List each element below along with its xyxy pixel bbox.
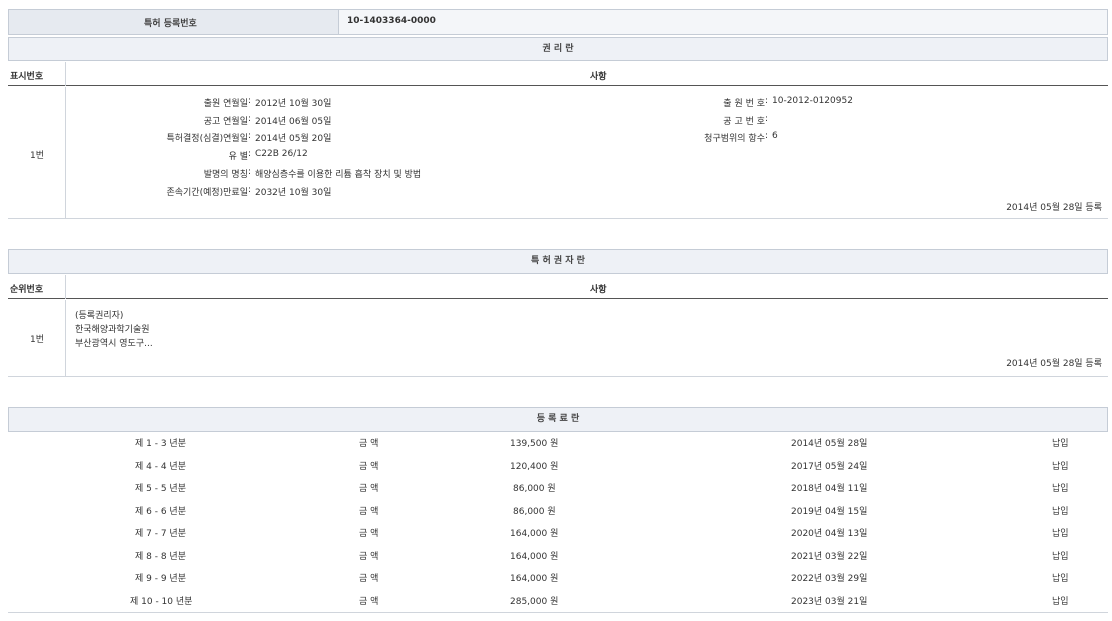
rights-title: 권 리 란: [542, 44, 573, 54]
field-label: 존속기간(예정)만료일: [166, 185, 248, 198]
fee-amount: 285,000 원: [510, 594, 558, 607]
field-value: 6: [772, 131, 778, 141]
field-value: 2032년 10월 30일: [255, 185, 331, 198]
fee-amount-label: 금 액: [359, 549, 378, 562]
fee-status: 납입: [1052, 594, 1069, 607]
fee-amount-label: 금 액: [359, 594, 378, 607]
holder-registration-date: 2014년 05월 28일 등록: [1006, 356, 1102, 369]
fee-status: 납입: [1052, 526, 1069, 539]
fee-period: 제 7 - 7 년분: [135, 526, 186, 539]
fees-table: 제 1 - 3 년분 금 액 139,500 원 2014년 05월 28일 납…: [8, 432, 1108, 613]
fee-amount-label: 금 액: [359, 504, 378, 517]
fee-amount: 86,000 원: [513, 504, 556, 517]
fee-row: 제 9 - 9 년분 금 액 164,000 원 2022년 03월 29일 납…: [8, 571, 1108, 589]
fee-amount: 120,400 원: [510, 459, 558, 472]
fee-amount-label: 금 액: [359, 571, 378, 584]
fee-period: 제 10 - 10 년분: [130, 594, 192, 607]
fee-row: 제 5 - 5 년분 금 액 86,000 원 2018년 04월 11일 납입: [8, 481, 1108, 499]
registration-number-label: 특허 등록번호: [144, 16, 197, 29]
holder-section-title: 특 허 권 자 란: [8, 249, 1108, 274]
registration-number-label-cell: 특허 등록번호: [9, 10, 339, 34]
fee-row: 제 1 - 3 년분 금 액 139,500 원 2014년 05월 28일 납…: [8, 436, 1108, 454]
field-value: 2014년 06월 05일: [255, 114, 331, 127]
fee-period: 제 5 - 5 년분: [135, 481, 186, 494]
field-label: 발명의 명칭: [204, 167, 248, 180]
holder-col-item: 사항: [590, 282, 607, 295]
holder-column-header: 순위번호 사항: [8, 275, 1108, 299]
registration-number-value: 10-1403364-0000: [347, 16, 436, 26]
field-label: 청구범위의 항수: [704, 131, 765, 144]
registration-number-bar: 특허 등록번호 10-1403364-0000: [8, 9, 1108, 35]
fee-date: 2014년 05월 28일: [791, 436, 867, 449]
fee-row: 제 7 - 7 년분 금 액 164,000 원 2020년 04월 13일 납…: [8, 526, 1108, 544]
fee-date: 2019년 04월 15일: [791, 504, 867, 517]
field-value: 2012년 10월 30일: [255, 96, 331, 109]
rights-entry-no: 1번: [30, 148, 44, 161]
rights-col-no: 표시번호: [10, 69, 43, 82]
fee-amount-label: 금 액: [359, 459, 378, 472]
fee-amount-label: 금 액: [359, 481, 378, 494]
field-label: 출원 연월일: [204, 96, 248, 109]
fee-row: 제 6 - 6 년분 금 액 86,000 원 2019년 04월 15일 납입: [8, 504, 1108, 522]
fee-date: 2023년 03월 21일: [791, 594, 867, 607]
fee-row: 제 10 - 10 년분 금 액 285,000 원 2023년 03월 21일…: [8, 594, 1108, 612]
field-value: 해양심층수를 이용한 리튬 흡착 장치 및 방법: [255, 167, 421, 180]
field-value: 2014년 05월 20일: [255, 131, 331, 144]
fee-period: 제 9 - 9 년분: [135, 571, 186, 584]
rights-entry: 1번 출원 연월일 : 2012년 10월 30일 공고 연월일 : 2014년…: [8, 87, 1108, 219]
field-label: 공고 연월일: [204, 114, 248, 127]
holder-line: 부산광역시 영도구...: [75, 336, 153, 349]
field-value: C22B 26/12: [255, 149, 308, 159]
holder-col-no: 순위번호: [10, 282, 43, 295]
rights-section-title: 권 리 란: [8, 37, 1108, 61]
fee-amount: 86,000 원: [513, 481, 556, 494]
fee-period: 제 8 - 8 년분: [135, 549, 186, 562]
holder-title: 특 허 권 자 란: [531, 256, 585, 266]
fee-amount: 164,000 원: [510, 571, 558, 584]
fee-amount-label: 금 액: [359, 526, 378, 539]
fee-period: 제 1 - 3 년분: [135, 436, 186, 449]
fee-status: 납입: [1052, 571, 1069, 584]
field-label: 공 고 번 호: [723, 114, 765, 127]
holder-entry: 1번 (등록권리자) 한국해양과학기술원 부산광역시 영도구... 2014년 …: [8, 300, 1108, 377]
fees-section-title: 등 록 료 란: [8, 407, 1108, 432]
fee-status: 납입: [1052, 481, 1069, 494]
fee-row: 제 8 - 8 년분 금 액 164,000 원 2021년 03월 22일 납…: [8, 549, 1108, 567]
fee-status: 납입: [1052, 504, 1069, 517]
fee-date: 2020년 04월 13일: [791, 526, 867, 539]
rights-column-header: 표시번호 사항: [8, 62, 1108, 86]
fee-amount: 164,000 원: [510, 526, 558, 539]
fee-date: 2018년 04월 11일: [791, 481, 867, 494]
fee-period: 제 6 - 6 년분: [135, 504, 186, 517]
holder-entry-no: 1번: [30, 332, 44, 345]
fee-status: 납입: [1052, 459, 1069, 472]
fee-date: 2021년 03월 22일: [791, 549, 867, 562]
fees-title: 등 록 료 란: [537, 414, 580, 424]
fee-status: 납입: [1052, 549, 1069, 562]
field-label: 유 별: [229, 149, 248, 162]
rights-registration-date: 2014년 05월 28일 등록: [1006, 200, 1102, 213]
rights-col-item: 사항: [590, 69, 607, 82]
field-label: 출 원 번 호: [723, 96, 765, 109]
field-label: 특허결정(심결)연월일: [166, 131, 248, 144]
holder-line: 한국해양과학기술원: [75, 322, 150, 335]
fee-row: 제 4 - 4 년분 금 액 120,400 원 2017년 05월 24일 납…: [8, 459, 1108, 477]
fee-status: 납입: [1052, 436, 1069, 449]
fee-amount: 139,500 원: [510, 436, 558, 449]
holder-line: (등록권리자): [75, 308, 123, 321]
fee-period: 제 4 - 4 년분: [135, 459, 186, 472]
fee-date: 2017년 05월 24일: [791, 459, 867, 472]
fee-amount: 164,000 원: [510, 549, 558, 562]
fee-amount-label: 금 액: [359, 436, 378, 449]
fee-date: 2022년 03월 29일: [791, 571, 867, 584]
field-value: 10-2012-0120952: [772, 96, 853, 106]
